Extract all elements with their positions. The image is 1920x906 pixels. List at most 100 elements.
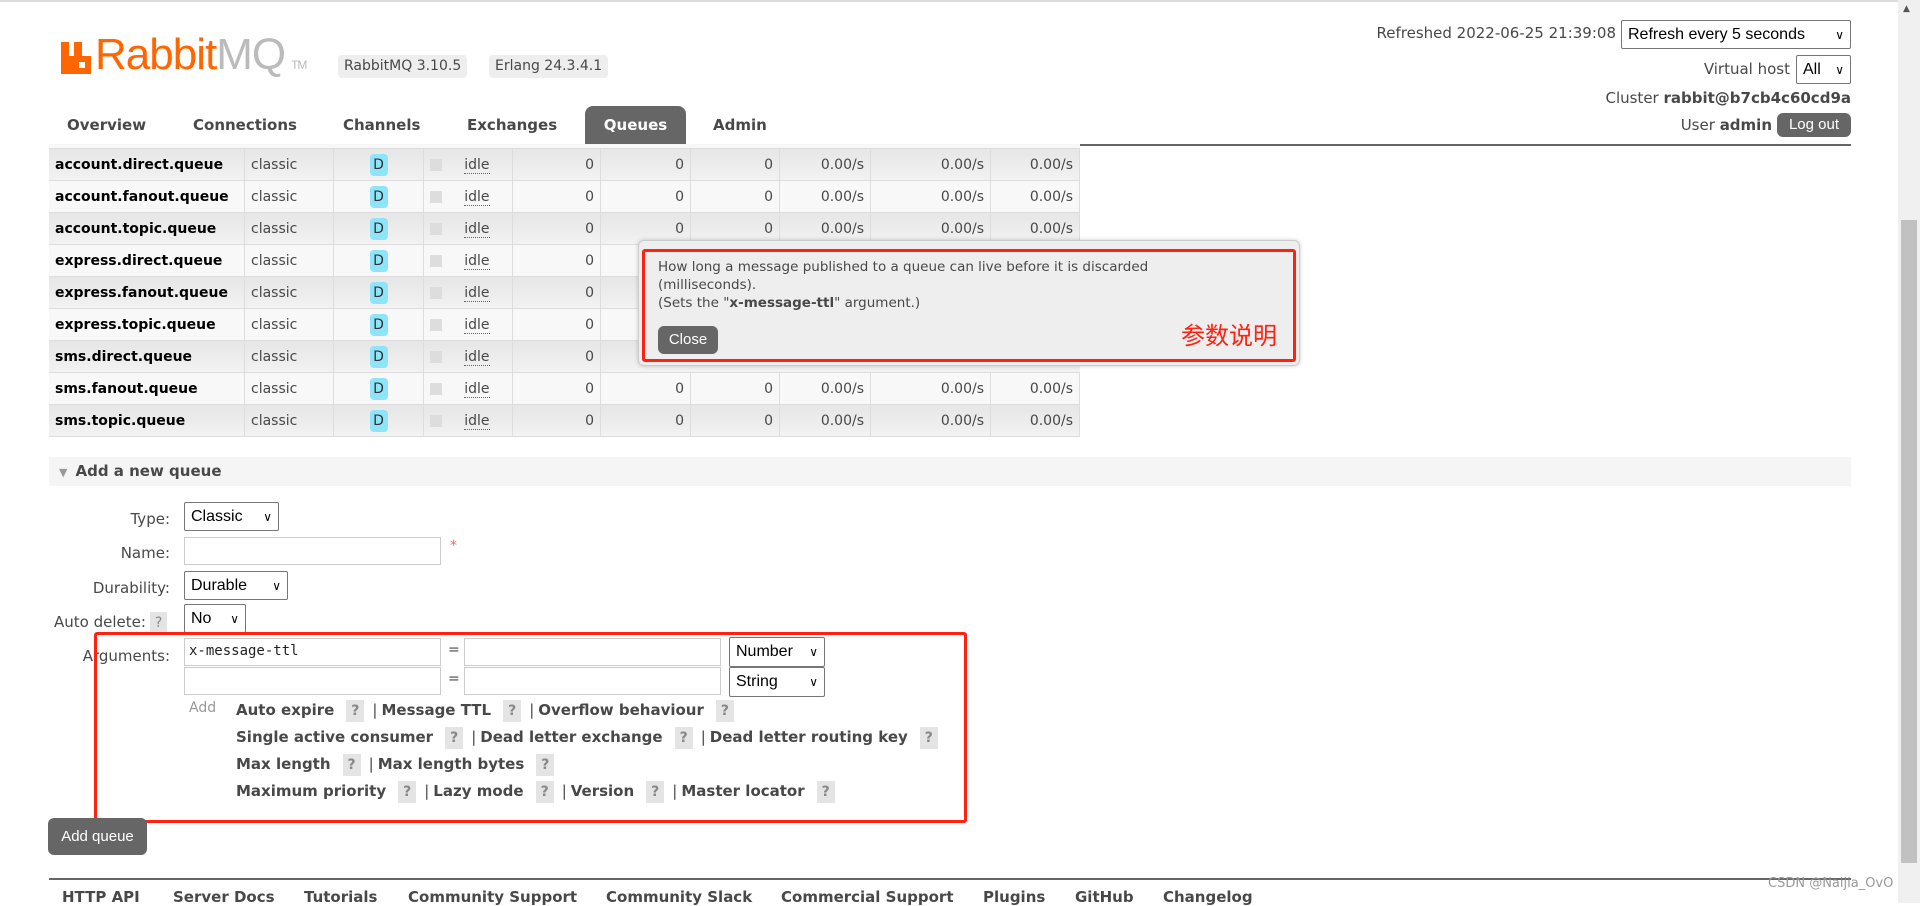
state-indicator-icon xyxy=(430,319,442,331)
name-input[interactable] xyxy=(184,537,441,565)
cell-features: D xyxy=(334,213,424,245)
cell-unacked-text: 0 xyxy=(675,381,684,397)
table-row[interactable]: sms.topic.queue classic D idle 0 0 0 0.00/s 0.0… xyxy=(49,405,1080,437)
cell-unacked-text: 0 xyxy=(675,189,684,205)
cell-ack: 0.00/s xyxy=(991,373,1080,405)
refresh-select-value: Refresh every 5 seconds xyxy=(1628,25,1805,43)
state-indicator-icon xyxy=(430,223,442,235)
footer-link[interactable]: Tutorials xyxy=(304,888,377,906)
cell-total-text: 0 xyxy=(764,189,773,205)
cell-name[interactable]: account.direct.queue xyxy=(49,149,245,181)
cell-name-text: sms.direct.queue xyxy=(55,349,193,365)
tab-admin[interactable]: Admin xyxy=(713,106,767,144)
footer-link[interactable]: GitHub xyxy=(1075,888,1134,906)
tab-exchanges[interactable]: Exchanges xyxy=(467,106,557,144)
footer-link[interactable]: Commercial Support xyxy=(781,888,954,906)
footer-link[interactable]: Server Docs xyxy=(173,888,275,906)
cell-total: 0 xyxy=(691,149,780,181)
tab-channels[interactable]: Channels xyxy=(343,106,420,144)
watermark: CSDN @Naijia_OvO xyxy=(1768,876,1894,891)
chevron-down-icon: ∨ xyxy=(272,578,281,593)
cell-state-text: idle xyxy=(464,221,490,238)
table-row[interactable]: account.direct.queue classic D idle 0 0 0 0.00… xyxy=(49,149,1080,181)
cell-type: classic xyxy=(245,213,334,245)
footer-link[interactable]: Changelog xyxy=(1163,888,1253,906)
vhost-label: Virtual host xyxy=(1703,60,1790,78)
cell-ack-text: 0.00/s xyxy=(1029,381,1073,397)
tab-connections[interactable]: Connections xyxy=(193,106,297,144)
erlang-badge: Erlang 24.3.4.1 xyxy=(489,55,609,78)
cell-unacked: 0 xyxy=(601,373,691,405)
cell-name[interactable]: account.topic.queue xyxy=(49,213,245,245)
cell-type: classic xyxy=(245,341,334,373)
scroll-up-icon[interactable]: ▲ xyxy=(1903,4,1910,14)
cell-ready-text: 0 xyxy=(585,349,594,365)
cell-name[interactable]: account.fanout.queue xyxy=(49,181,245,213)
tab-overview[interactable]: Overview xyxy=(67,106,146,144)
footer-link[interactable]: HTTP API xyxy=(62,888,140,906)
rabbitmq-logo[interactable]: Rabbit MQ TM xyxy=(61,30,307,80)
cell-state-text: idle xyxy=(464,285,490,302)
table-row[interactable]: sms.fanout.queue classic D idle 0 0 0 0.00/s 0.… xyxy=(49,373,1080,405)
footer-link[interactable]: Plugins xyxy=(983,888,1045,906)
cell-name[interactable]: sms.fanout.queue xyxy=(49,373,245,405)
cell-ack-text: 0.00/s xyxy=(1029,221,1073,237)
cell-type: classic xyxy=(245,245,334,277)
cell-ready-text: 0 xyxy=(585,253,594,269)
add-queue-section-header[interactable]: ▼ Add a new queue xyxy=(49,457,1851,486)
cell-name[interactable]: sms.topic.queue xyxy=(49,405,245,437)
durable-badge: D xyxy=(369,314,388,336)
cell-type-text: classic xyxy=(251,253,298,269)
footer-link[interactable]: Community Slack xyxy=(606,888,752,906)
durability-select[interactable]: Durable ∨ xyxy=(184,571,288,600)
vhost-select[interactable]: All ∨ xyxy=(1796,55,1851,84)
cell-unacked-text: 0 xyxy=(675,413,684,429)
table-row[interactable]: account.fanout.queue classic D idle 0 0 0 0.00… xyxy=(49,181,1080,213)
cell-type: classic xyxy=(245,373,334,405)
cell-type: classic xyxy=(245,149,334,181)
cell-deliver: 0.00/s xyxy=(871,149,991,181)
user-label: User xyxy=(1680,116,1715,134)
help-icon[interactable]: ? xyxy=(149,612,168,634)
tab-queues[interactable]: Queues xyxy=(585,106,686,144)
close-help-button[interactable]: Close xyxy=(658,326,718,354)
cell-features: D xyxy=(334,149,424,181)
scrollbar-thumb[interactable] xyxy=(1901,220,1917,863)
cell-incoming: 0.00/s xyxy=(780,373,871,405)
cell-incoming-text: 0.00/s xyxy=(820,221,864,237)
cell-features: D xyxy=(334,405,424,437)
cell-total-text: 0 xyxy=(764,413,773,429)
add-queue-button[interactable]: Add queue xyxy=(48,818,147,855)
auto-delete-select[interactable]: No ∨ xyxy=(184,604,246,633)
logout-button[interactable]: Log out xyxy=(1777,113,1851,137)
cell-ready-text: 0 xyxy=(585,285,594,301)
cell-incoming-text: 0.00/s xyxy=(820,381,864,397)
help-line: (Sets the "x-message-ttl" argument.) xyxy=(658,295,921,311)
cell-ack-text: 0.00/s xyxy=(1029,189,1073,205)
cell-incoming: 0.00/s xyxy=(780,405,871,437)
durable-badge: D xyxy=(369,186,388,208)
cell-ready: 0 xyxy=(513,213,601,245)
version-badge: RabbitMQ 3.10.5 xyxy=(338,55,468,78)
cell-name[interactable]: sms.direct.queue xyxy=(49,341,245,373)
cell-ready: 0 xyxy=(513,405,601,437)
durable-badge: D xyxy=(369,154,388,176)
cell-name[interactable]: express.fanout.queue xyxy=(49,277,245,309)
cell-features: D xyxy=(334,277,424,309)
type-label: Type: xyxy=(130,510,170,528)
cell-state-text: idle xyxy=(464,189,490,206)
cell-name-text: sms.fanout.queue xyxy=(55,381,198,397)
cell-name[interactable]: express.topic.queue xyxy=(49,309,245,341)
footer-link[interactable]: Community Support xyxy=(408,888,577,906)
refresh-select[interactable]: Refresh every 5 seconds ∨ xyxy=(1621,20,1851,49)
cell-state-text: idle xyxy=(464,253,490,270)
cell-name[interactable]: express.direct.queue xyxy=(49,245,245,277)
cell-type: classic xyxy=(245,181,334,213)
cell-features: D xyxy=(334,309,424,341)
argument-name: x-message-ttl xyxy=(729,295,835,311)
help-line: (milliseconds). xyxy=(658,277,757,293)
cell-unacked: 0 xyxy=(601,405,691,437)
type-select[interactable]: Classic ∨ xyxy=(184,502,279,531)
section-title: Add a new queue xyxy=(75,462,222,480)
cell-unacked: 0 xyxy=(601,149,691,181)
